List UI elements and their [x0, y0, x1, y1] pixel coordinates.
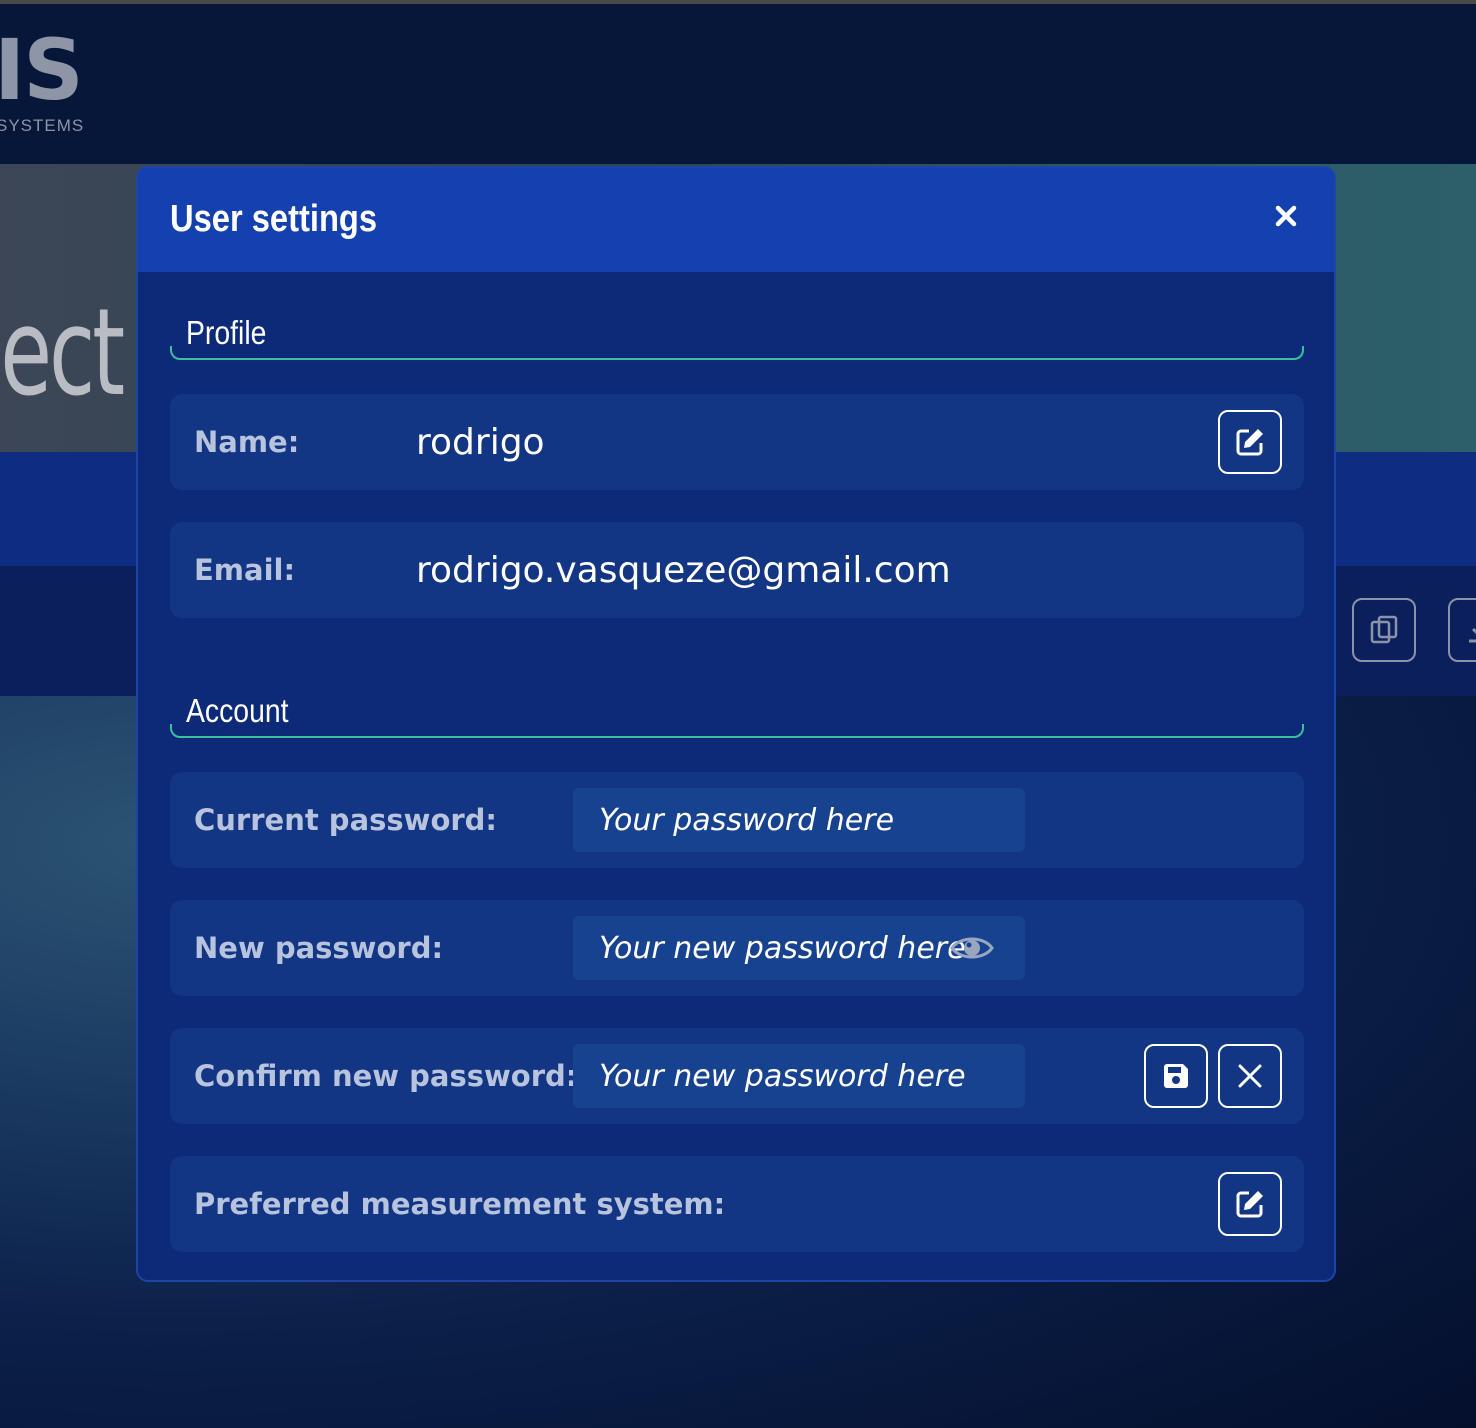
measurement-system-row: Preferred measurement system:	[170, 1156, 1304, 1252]
email-label: Email:	[194, 553, 296, 587]
edit-icon	[1236, 1191, 1263, 1218]
save-icon	[1164, 1064, 1188, 1088]
cancel-password-button[interactable]	[1218, 1044, 1282, 1108]
eye-icon[interactable]	[950, 930, 994, 966]
edit-icon	[1236, 429, 1263, 456]
close-button[interactable]	[1268, 198, 1304, 234]
current-password-row: Current password:	[170, 772, 1304, 868]
edit-measurement-button[interactable]	[1218, 1172, 1282, 1236]
new-password-row: New password:	[170, 900, 1304, 996]
modal-header: User settings	[138, 168, 1334, 272]
app-logo: IS	[0, 21, 84, 119]
confirm-password-input[interactable]	[573, 1044, 1025, 1108]
modal-title: User settings	[170, 198, 378, 240]
email-value: rodrigo.vasqueze@gmail.com	[416, 549, 951, 591]
page-hero-title: ject	[0, 284, 125, 423]
email-row: Email: rodrigo.vasqueze@gmail.com	[170, 522, 1304, 618]
edit-name-button[interactable]	[1218, 410, 1282, 474]
current-password-input[interactable]	[573, 788, 1025, 852]
current-password-label: Current password:	[194, 803, 498, 837]
cancel-icon	[1238, 1064, 1262, 1088]
new-password-label: New password:	[194, 931, 444, 965]
save-password-button[interactable]	[1144, 1044, 1208, 1108]
app-logo-subtitle: SYSTEMS	[0, 116, 85, 135]
account-section-divider	[170, 724, 1304, 738]
measurement-system-label: Preferred measurement system:	[194, 1187, 726, 1221]
app-header: IS SYSTEMS	[0, 4, 1476, 164]
profile-section-divider	[170, 346, 1304, 360]
close-icon	[1275, 205, 1297, 227]
name-value: rodrigo	[416, 421, 545, 463]
name-row: Name: rodrigo	[170, 394, 1304, 490]
user-settings-modal: User settings Profile Name: rodrigo Emai…	[136, 166, 1336, 1282]
download-icon	[1469, 627, 1476, 643]
download-button[interactable]	[1448, 598, 1476, 662]
name-label: Name:	[194, 425, 300, 459]
copy-icon	[1370, 615, 1398, 644]
confirm-password-label: Confirm new password:	[194, 1059, 578, 1093]
confirm-password-row: Confirm new password:	[170, 1028, 1304, 1124]
copy-button[interactable]	[1352, 598, 1416, 662]
